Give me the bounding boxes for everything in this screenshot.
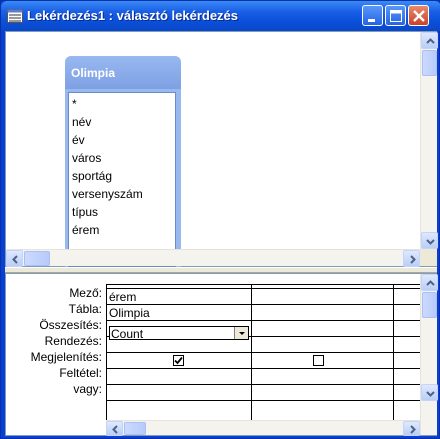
row-label-criteria: Feltétel:: [59, 366, 102, 380]
maximize-button[interactable]: [385, 5, 406, 26]
table-box-olimpia[interactable]: Olimpia * név év város sportág versenysz…: [65, 56, 181, 272]
lower-vertical-scrollbar[interactable]: [420, 274, 438, 435]
scroll-corner: [420, 249, 437, 266]
grid-line: [107, 304, 421, 305]
field-item[interactable]: *: [72, 97, 77, 111]
dropdown-arrow-icon: [239, 332, 245, 335]
window-title: Lekérdezés1 : választó lekérdezés: [27, 8, 239, 23]
table-pane[interactable]: Olimpia * név év város sportág versenysz…: [5, 31, 438, 269]
row-label-sort: Rendezés:: [44, 334, 102, 348]
chevron-left-icon: [12, 255, 18, 264]
grid-line: [107, 368, 421, 369]
scroll-right-button[interactable]: [403, 250, 420, 267]
title-bar[interactable]: Lekérdezés1 : választó lekérdezés: [1, 1, 440, 31]
design-grid: érem Olimpia Count: [106, 284, 421, 421]
chevron-down-icon: [426, 391, 435, 397]
total-select-value: Count: [111, 327, 144, 341]
table-box-body: * név év város sportág versenyszám típus…: [65, 89, 181, 269]
dropdown-button[interactable]: [234, 327, 248, 339]
scroll-up-button[interactable]: [421, 32, 438, 49]
lower-horizontal-scrollbar[interactable]: [106, 420, 420, 436]
chevron-up-icon: [426, 280, 435, 286]
chevron-right-icon: [410, 255, 416, 264]
close-button[interactable]: [408, 5, 429, 26]
scroll-down-button[interactable]: [421, 232, 438, 249]
design-grid-pane: Mező: Tábla: Összesítés: Rendezés: Megje…: [5, 273, 438, 436]
scroll-thumb[interactable]: [24, 251, 50, 266]
grid-line: [107, 400, 421, 401]
row-label-or: vagy:: [73, 382, 102, 396]
row-label-field: Mező:: [69, 286, 102, 300]
field-item[interactable]: város: [72, 151, 101, 165]
grid-line: [393, 284, 394, 421]
field-item[interactable]: név: [72, 115, 91, 129]
grid-line: [107, 384, 421, 385]
close-icon: [413, 10, 425, 22]
upper-vertical-scrollbar[interactable]: [420, 32, 438, 249]
grid-line: [107, 320, 421, 321]
grid-line: [107, 284, 421, 285]
maximize-icon: [390, 10, 402, 22]
row-label-show: Megjelenítés:: [30, 350, 102, 364]
scroll-thumb[interactable]: [124, 422, 146, 435]
grid-line: [107, 288, 421, 289]
scroll-up-button[interactable]: [421, 274, 438, 291]
table-box-title: Olimpia: [71, 66, 116, 80]
table-cell[interactable]: Olimpia: [109, 306, 150, 320]
table-box-header[interactable]: Olimpia: [65, 56, 181, 89]
client-area: Olimpia * név év város sportág versenysz…: [5, 31, 438, 436]
query-icon: [7, 9, 23, 23]
scroll-down-button[interactable]: [421, 384, 438, 401]
minimize-icon: [368, 19, 375, 22]
chevron-right-icon: [410, 425, 416, 434]
field-cell[interactable]: érem: [109, 290, 136, 304]
grid-line: [251, 284, 252, 421]
show-checkbox-column1[interactable]: [173, 355, 184, 366]
scroll-thumb[interactable]: [422, 50, 437, 76]
grid-line: [107, 352, 421, 353]
upper-horizontal-scrollbar[interactable]: [6, 249, 420, 267]
scroll-left-button[interactable]: [106, 421, 123, 436]
total-select[interactable]: Count: [109, 326, 249, 341]
scroll-thumb[interactable]: [422, 292, 437, 318]
field-item[interactable]: sportág: [72, 169, 112, 183]
field-list: * név év város sportág versenyszám típus…: [68, 92, 176, 267]
field-item[interactable]: típus: [72, 205, 98, 219]
row-label-total: Összesítés:: [39, 318, 102, 332]
minimize-button[interactable]: [362, 5, 383, 26]
scroll-right-button[interactable]: [403, 421, 420, 436]
show-checkbox-column2[interactable]: [313, 355, 324, 366]
row-label-table: Tábla:: [68, 302, 102, 316]
scroll-left-button[interactable]: [6, 250, 23, 267]
field-item[interactable]: érem: [72, 223, 99, 237]
chevron-up-icon: [426, 38, 435, 44]
field-item[interactable]: versenyszám: [72, 187, 143, 201]
chevron-left-icon: [112, 425, 118, 434]
chevron-down-icon: [426, 239, 435, 245]
field-item[interactable]: év: [72, 133, 85, 147]
query-window: Lekérdezés1 : választó lekérdezés Olimpi…: [0, 0, 440, 439]
checkmark-icon: [174, 356, 183, 365]
